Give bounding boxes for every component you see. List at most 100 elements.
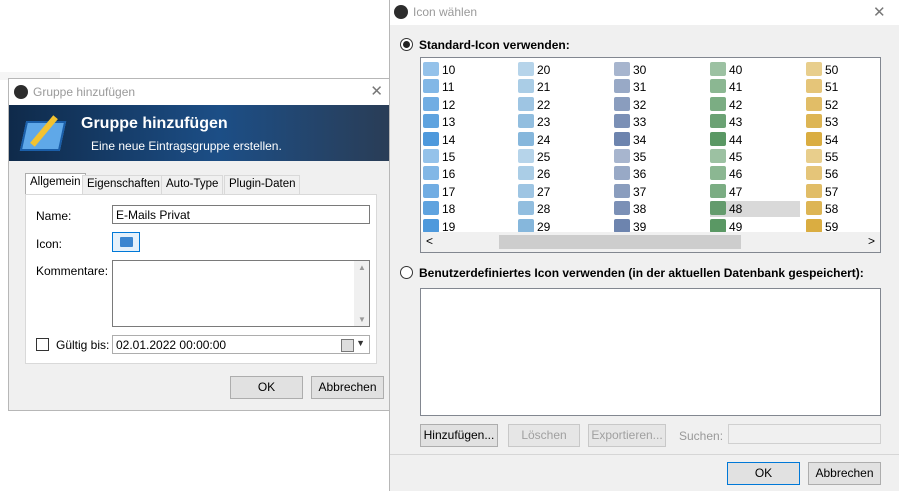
icon-grid-item[interactable]: 30 xyxy=(614,62,704,78)
icon-grid-item[interactable]: 53 xyxy=(806,114,880,130)
delete-button[interactable]: Löschen xyxy=(508,424,580,447)
icon-grid-item[interactable]: 44 xyxy=(710,131,800,148)
icon-grid-item[interactable]: 35 xyxy=(614,149,704,165)
icon-number-label: 50 xyxy=(825,63,839,77)
icon-grid-item[interactable]: 23 xyxy=(518,114,608,130)
scroll-down-icon[interactable]: ▼ xyxy=(358,315,366,324)
icon-grid-item[interactable]: 37 xyxy=(614,183,704,200)
icon-11-icon xyxy=(423,79,439,94)
horizontal-scrollbar[interactable]: < > xyxy=(421,232,880,252)
icon-grid-item[interactable]: 54 xyxy=(806,131,880,148)
icon-grid-item[interactable]: 47 xyxy=(710,183,800,200)
icon-grid-item[interactable]: 40 xyxy=(710,62,800,78)
icon-grid-item[interactable]: 51 xyxy=(806,79,880,95)
comment-textarea[interactable]: ▲ ▼ xyxy=(112,260,370,327)
icon-grid-item[interactable]: 55 xyxy=(806,149,880,165)
scroll-left-icon[interactable]: < xyxy=(426,234,433,248)
icon-number-label: 42 xyxy=(729,97,743,112)
icon-grid-item[interactable]: 25 xyxy=(518,149,608,165)
icon-grid-item[interactable]: 12 xyxy=(423,96,513,113)
tab-allgemein[interactable]: Allgemein xyxy=(25,173,86,195)
close-icon[interactable]: ✕ xyxy=(873,3,886,21)
icon-number-label: 57 xyxy=(825,184,839,199)
icon-grid-item[interactable]: 26 xyxy=(518,166,608,182)
icon-grid-item[interactable]: 21 xyxy=(518,79,608,95)
icon-grid-item[interactable]: 14 xyxy=(423,131,513,148)
icon-number-label: 43 xyxy=(729,115,743,130)
valid-date-value: 02.01.2022 00:00:00 xyxy=(116,338,227,352)
scroll-thumb[interactable] xyxy=(499,235,741,249)
icon-number-label: 16 xyxy=(442,167,456,182)
icon-19-icon xyxy=(423,218,439,233)
icon-grid-item[interactable]: 24 xyxy=(518,131,608,148)
icon-number-label: 56 xyxy=(825,167,839,182)
standard-icon-radio[interactable] xyxy=(400,38,413,51)
search-input[interactable] xyxy=(728,424,881,444)
icon-number-label: 12 xyxy=(442,97,456,112)
icon-grid-item[interactable]: 34 xyxy=(614,131,704,148)
calendar-icon[interactable] xyxy=(341,339,354,352)
icon-46-icon xyxy=(710,166,726,181)
icon-grid-item[interactable]: 20 xyxy=(518,62,608,78)
icon-grid-item[interactable]: 57 xyxy=(806,183,880,200)
name-field[interactable]: E-Mails Privat xyxy=(112,205,370,224)
icon-grid-item[interactable]: 48 xyxy=(710,201,800,218)
tab-auto-type[interactable]: Auto-Type xyxy=(161,175,224,194)
icon-grid-item[interactable]: 13 xyxy=(423,114,513,130)
export-button[interactable]: Exportieren... xyxy=(588,424,666,447)
icon-grid-item[interactable]: 42 xyxy=(710,96,800,113)
icon-ok-button[interactable]: OK xyxy=(727,462,800,485)
icon-grid-item[interactable]: 36 xyxy=(614,166,704,182)
icon-grid-item[interactable]: 15 xyxy=(423,149,513,165)
icon-grid-item[interactable]: 10 xyxy=(423,62,513,78)
group-dialog-title: Gruppe hinzufügen xyxy=(33,85,136,99)
icon-grid-item[interactable]: 43 xyxy=(710,114,800,130)
icon-number-label: 20 xyxy=(537,63,551,77)
close-icon[interactable]: ✕ xyxy=(370,82,383,100)
icon-select-button[interactable] xyxy=(112,232,140,252)
icon-grid-item[interactable]: 45 xyxy=(710,149,800,165)
group-ok-button[interactable]: OK xyxy=(230,376,303,399)
icon-24-icon xyxy=(518,131,534,146)
icon-grid-item[interactable]: 32 xyxy=(614,96,704,113)
custom-icon-list[interactable] xyxy=(420,288,881,416)
icon-grid-item[interactable]: 38 xyxy=(614,201,704,217)
valid-checkbox[interactable] xyxy=(36,338,49,351)
icon-grid-item[interactable]: 56 xyxy=(806,166,880,182)
icon-grid-item[interactable]: 58 xyxy=(806,201,880,217)
icon-grid-item[interactable]: 17 xyxy=(423,183,513,200)
chevron-down-icon[interactable]: ▼ xyxy=(356,338,365,348)
icon-grid-item[interactable]: 11 xyxy=(423,79,513,95)
icon-grid-item[interactable]: 28 xyxy=(518,201,608,217)
icon-grid-item[interactable]: 18 xyxy=(423,201,513,217)
scroll-right-icon[interactable]: > xyxy=(868,234,875,248)
icon-grid-item[interactable]: 22 xyxy=(518,96,608,113)
icon-grid-item[interactable]: 31 xyxy=(614,79,704,95)
icon-cancel-button[interactable]: Abbrechen xyxy=(808,462,881,485)
icon-number-label: 58 xyxy=(825,202,839,217)
icon-grid-item[interactable]: 33 xyxy=(614,114,704,130)
icon-grid-item[interactable]: 52 xyxy=(806,96,880,113)
add-button[interactable]: Hinzufügen... xyxy=(420,424,498,447)
icon-12-icon xyxy=(423,96,439,111)
icon-number-label: 41 xyxy=(729,80,743,95)
icon-grid-item[interactable]: 50 xyxy=(806,62,880,78)
valid-label: Gültig bis: xyxy=(56,338,110,352)
tab-plugin-daten[interactable]: Plugin-Daten xyxy=(224,175,301,194)
icon-grid-item[interactable]: 16 xyxy=(423,166,513,182)
valid-date-field[interactable]: 02.01.2022 00:00:00 ▼ xyxy=(112,335,370,354)
icon-grid-item[interactable]: 41 xyxy=(710,79,800,95)
tab-eigenschaften[interactable]: Eigenschaften xyxy=(82,175,165,194)
icon-53-icon xyxy=(806,114,822,129)
icon-number-label: 46 xyxy=(729,167,743,182)
custom-icon-radio[interactable] xyxy=(400,266,413,279)
standard-icon-list[interactable]: 10 11 12 13 14 15 16 17 18 19 20 21 22 23 24 25 26 27 28 29… xyxy=(420,57,881,253)
scroll-up-icon[interactable]: ▲ xyxy=(358,263,366,272)
icon-number-label: 40 xyxy=(729,63,743,77)
comment-scrollbar[interactable]: ▲ ▼ xyxy=(354,261,369,326)
banner-subtitle: Eine neue Eintragsgruppe erstellen. xyxy=(91,139,282,153)
icon-grid-item[interactable]: 27 xyxy=(518,183,608,200)
icon-grid-item[interactable]: 46 xyxy=(710,166,800,182)
group-cancel-button[interactable]: Abbrechen xyxy=(311,376,384,399)
icon-34-icon xyxy=(614,131,630,146)
